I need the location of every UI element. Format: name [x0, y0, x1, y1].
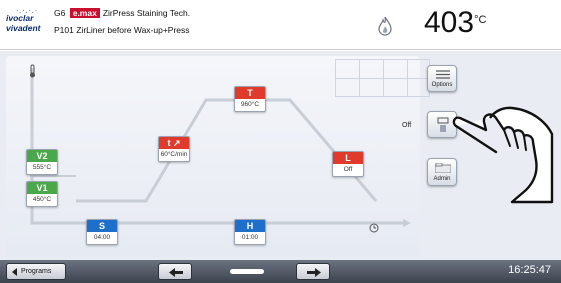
- programs-button[interactable]: Programs: [6, 263, 66, 280]
- footer-bar: Programs 16:25:47: [0, 260, 561, 283]
- program-name-line: P101 ZirLiner before Wax-up+Press: [54, 25, 190, 35]
- param-holding-temp-button[interactable]: T 960°C: [234, 86, 266, 112]
- page-indicator: [230, 269, 264, 274]
- pointing-hand-icon: [452, 106, 554, 204]
- curve-preview-grid: [335, 59, 430, 97]
- brand-badge: e.max: [69, 8, 100, 18]
- param-t-rate-button[interactable]: t ↗ 60°C/min: [158, 136, 190, 162]
- program-title: ZirPress Staining Tech.: [102, 8, 191, 18]
- furnace-temperature: 403°C: [424, 6, 487, 39]
- param-v1-button[interactable]: V1 450°C: [26, 181, 58, 207]
- param-v2-button[interactable]: V2 555°C: [26, 149, 58, 175]
- program-number: P101: [54, 25, 74, 35]
- options-label: Options: [431, 82, 453, 88]
- furnace-model: G6: [54, 8, 66, 18]
- arrow-right-icon: [307, 268, 321, 277]
- next-arrow-button[interactable]: [296, 263, 330, 280]
- ivoclar-logo: ·.·.·.· ivoclar vivadent: [6, 8, 41, 33]
- param-h-button[interactable]: H 01:00: [234, 219, 266, 245]
- program-name: ZirLiner before Wax-up+Press: [76, 25, 190, 35]
- clock-time: 16:25:47: [508, 264, 551, 276]
- param-s-button[interactable]: S 04:00: [86, 219, 118, 245]
- program-title-line: G6 e.max ZirPress Staining Tech.: [54, 8, 190, 18]
- header-bar: ·.·.·.· ivoclar vivadent G6 e.max ZirPres…: [0, 0, 561, 50]
- options-button[interactable]: Options: [427, 65, 457, 92]
- list-icon: [436, 70, 450, 79]
- furnace-head-icon: [437, 117, 449, 132]
- thermometer-icon: [30, 64, 35, 78]
- folder-icon: [435, 163, 451, 173]
- clock-icon: [369, 223, 379, 233]
- heating-off-label: Off: [402, 122, 412, 129]
- previous-arrow-button[interactable]: [158, 263, 192, 280]
- flame-icon: [378, 16, 392, 36]
- param-l-button[interactable]: L Off: [332, 151, 364, 177]
- arrow-left-icon: [169, 268, 183, 277]
